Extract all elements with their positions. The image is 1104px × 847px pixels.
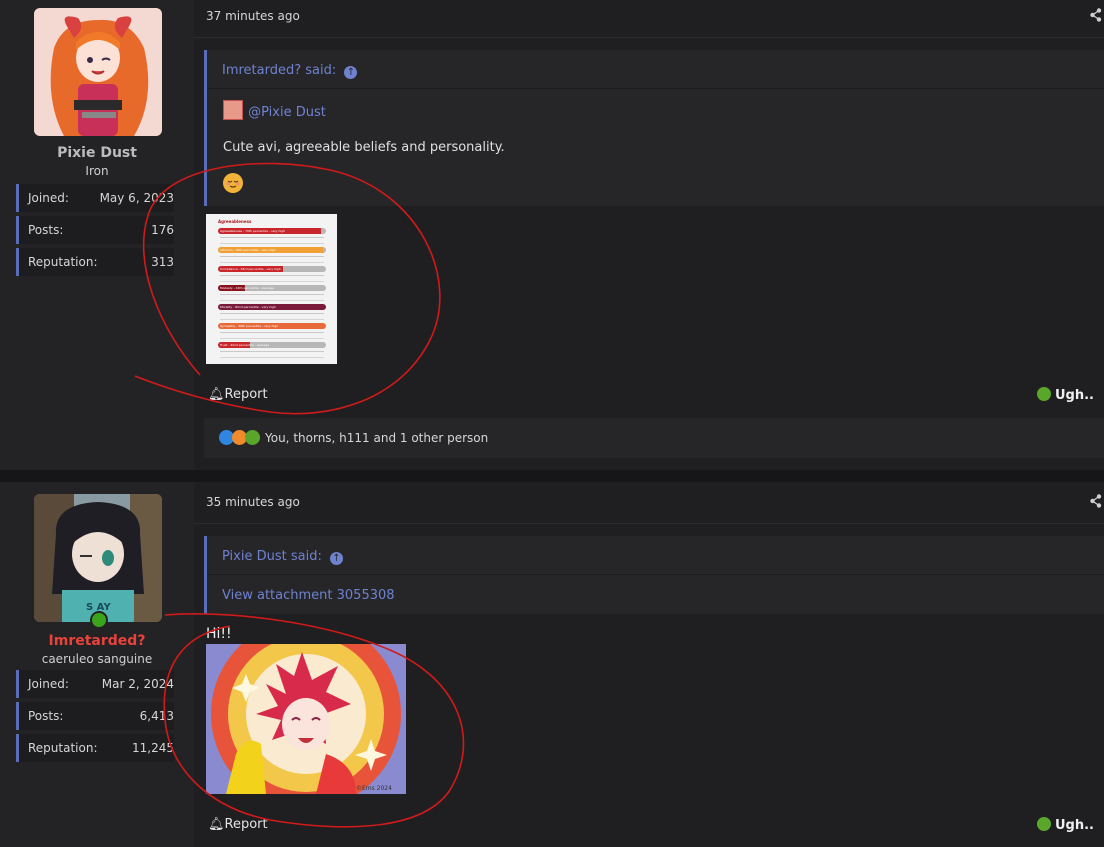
stat-joined: Joined: May 6, 2023: [16, 184, 174, 212]
stat-posts: Posts: 6,413: [16, 702, 174, 730]
attachment-row-label: Agreeableness - 70th percentile - very h…: [220, 229, 286, 233]
attachment-row-label: Altruism - 76th percentile - very high: [220, 248, 276, 252]
attachment-title: Agreeableness: [218, 219, 252, 224]
jump-up-icon[interactable]: ↑: [329, 552, 343, 565]
post-imretarded: S AY Imretarded? caeruleo sanguine Joine…: [0, 482, 1104, 847]
user-title: caeruleo sanguine: [41, 652, 153, 666]
posted-image[interactable]: ©Ems 2024: [206, 644, 406, 794]
stat-joined: Joined: Mar 2, 2024: [16, 670, 174, 698]
stat-label: Reputation:: [28, 255, 98, 269]
attachment-thumbnail[interactable]: Agreeableness Agreeableness - 70th perce…: [206, 214, 337, 364]
stat-reputation: Reputation: 313: [16, 248, 174, 276]
report-label[interactable]: Report: [225, 817, 268, 832]
report-label[interactable]: Report: [225, 387, 268, 402]
attachment-row-label: Compliance - 63rd percentile - very high: [220, 267, 281, 271]
stat-reputation: Reputation: 11,245: [16, 734, 174, 762]
username[interactable]: Imretarded?: [0, 633, 194, 649]
attachment-row-label: Trust - 42nd percentile - average: [220, 343, 270, 347]
stat-value: Mar 2, 2024: [101, 677, 174, 691]
share-icon[interactable]: [1090, 494, 1102, 512]
stat-posts: Posts: 176: [16, 216, 174, 244]
divider: [194, 523, 1104, 524]
mention[interactable]: @Pixie Dust: [223, 100, 326, 120]
attachment-row-label: Morality - 82nd percentile - very high: [220, 305, 276, 309]
quote-author-label[interactable]: Pixie Dust said:: [222, 549, 322, 564]
share-icon[interactable]: [1090, 8, 1102, 26]
online-status-indicator: [90, 611, 108, 629]
attachment-row: Trust - 42nd percentile - average: [218, 342, 326, 348]
mention-link[interactable]: @Pixie Dust: [248, 105, 326, 120]
report-button[interactable]: 🔔︎Report: [208, 817, 268, 832]
stat-value: 313: [151, 255, 174, 269]
attachment-row-caption: [220, 332, 324, 339]
stat-label: Reputation:: [28, 741, 98, 755]
reaction-button[interactable]: Ugh..: [1037, 817, 1094, 833]
relieved-emoji-icon: [223, 173, 243, 193]
stat-value: May 6, 2023: [99, 191, 174, 205]
post-timestamp[interactable]: 37 minutes ago: [206, 9, 300, 23]
sick-face-icon: [1037, 387, 1051, 401]
quote-divider: [207, 574, 1104, 575]
stat-label: Posts:: [28, 223, 64, 237]
attachment-row-caption: [220, 294, 324, 301]
stat-value: 11,245: [132, 741, 174, 755]
stat-label: Joined:: [28, 191, 69, 205]
attachment-row: Compliance - 63rd percentile - very high: [218, 266, 326, 272]
mini-avatar-icon: [223, 100, 243, 120]
avatar[interactable]: S AY: [34, 494, 162, 622]
attachment-row: Modesty - 44th percentile - average: [218, 285, 326, 291]
attachment-row: Morality - 82nd percentile - very high: [218, 304, 326, 310]
attachment-row: Agreeableness - 70th percentile - very h…: [218, 228, 326, 234]
attachment-row-caption: [220, 256, 324, 263]
attachment-row-label: Modesty - 44th percentile - average: [220, 286, 274, 290]
stat-label: Posts:: [28, 709, 64, 723]
quote-author[interactable]: Imretarded? said: ↑: [222, 63, 358, 79]
attachment-row-caption: [220, 313, 324, 320]
stat-value: 6,413: [139, 709, 174, 723]
quote-divider: [207, 88, 1104, 89]
quote-author[interactable]: Pixie Dust said: ↑: [222, 549, 343, 565]
post-content: 37 minutes ago Imretarded? said: ↑ @Pixi…: [194, 0, 1104, 470]
post-pixie-dust: Pixie Dust Iron Joined: May 6, 2023 Post…: [0, 0, 1104, 470]
report-button[interactable]: 🔔︎Report: [208, 387, 268, 402]
reaction-label[interactable]: Ugh..: [1055, 818, 1094, 833]
post-timestamp[interactable]: 35 minutes ago: [206, 495, 300, 509]
attachment-row: Altruism - 76th percentile - very high: [218, 247, 326, 253]
reactions-bar[interactable]: You, thorns, h111 and 1 other person: [204, 418, 1104, 458]
reaction-label[interactable]: Ugh..: [1055, 388, 1094, 403]
bell-icon: 🔔︎: [208, 387, 225, 402]
quote-text: Cute avi, agreeable beliefs and personal…: [223, 140, 505, 155]
reaction-button[interactable]: Ugh..: [1037, 387, 1094, 403]
sick-face-icon: [1037, 817, 1051, 831]
attachment-row-caption: [220, 275, 324, 282]
avatar[interactable]: [34, 8, 162, 136]
quote-author-label[interactable]: Imretarded? said:: [222, 63, 336, 78]
stat-value: 176: [151, 223, 174, 237]
user-column: Pixie Dust Iron Joined: May 6, 2023 Post…: [0, 0, 194, 470]
sick-face-icon: [245, 430, 260, 445]
user-column: S AY Imretarded? caeruleo sanguine Joine…: [0, 482, 194, 847]
quote-block: Pixie Dust said: ↑ View attachment 30553…: [204, 536, 1104, 614]
user-title: Iron: [85, 164, 109, 178]
post-separator: [0, 470, 1104, 482]
attachment-row-label: Sympathy - 46th percentile - very high: [220, 324, 279, 328]
username[interactable]: Pixie Dust: [0, 145, 194, 161]
attachment-link[interactable]: View attachment 3055308: [222, 588, 395, 603]
stat-label: Joined:: [28, 677, 69, 691]
quote-block: Imretarded? said: ↑ @Pixie Dust Cute avi…: [204, 50, 1104, 206]
post-content: 35 minutes ago Pixie Dust said: ↑ View a…: [194, 482, 1104, 847]
divider: [194, 37, 1104, 38]
post-text: Hi!!: [206, 626, 232, 642]
image-signature: ©Ems 2024: [356, 785, 392, 792]
reactions-summary[interactable]: You, thorns, h111 and 1 other person: [265, 431, 488, 445]
attachment-row-caption: [220, 351, 324, 358]
jump-up-icon[interactable]: ↑: [344, 66, 358, 79]
attachment-row-caption: [220, 237, 324, 244]
attachment-row: Sympathy - 46th percentile - very high: [218, 323, 326, 329]
bell-icon: 🔔︎: [208, 817, 225, 832]
